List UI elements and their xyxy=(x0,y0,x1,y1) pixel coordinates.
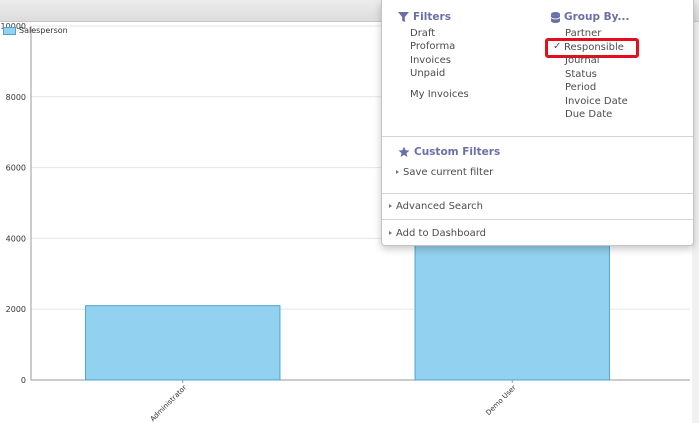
filter-my-invoices[interactable]: My Invoices xyxy=(410,89,469,101)
bar-demo-user xyxy=(414,230,610,381)
filter-unpaid[interactable]: Unpaid xyxy=(410,68,445,80)
bar-administrator xyxy=(85,305,281,381)
filter-draft[interactable]: Draft xyxy=(410,28,435,40)
filters-heading: Filters xyxy=(398,11,451,23)
y-tick-label: 8000 xyxy=(6,93,26,102)
y-tick-label: 0 xyxy=(21,376,26,385)
y-tick-label: 4000 xyxy=(6,234,26,243)
custom-filters-title: Custom Filters xyxy=(414,146,501,158)
group-by-status[interactable]: Status xyxy=(565,69,597,81)
expand-arrow-icon xyxy=(389,231,392,235)
y-tick-label: 6000 xyxy=(6,164,26,173)
filters-title: Filters xyxy=(413,11,451,23)
group-by-title: Group By... xyxy=(564,11,630,23)
check-icon: ✓ xyxy=(553,41,562,52)
star-icon xyxy=(398,146,410,157)
group-by-responsible[interactable]: Responsible xyxy=(564,42,624,54)
add-to-dashboard-toggle[interactable]: Add to Dashboard xyxy=(396,228,486,240)
divider xyxy=(382,219,693,220)
group-by-journal[interactable]: Journal xyxy=(565,55,600,67)
group-by-due-date[interactable]: Due Date xyxy=(565,109,612,121)
filter-proforma[interactable]: Proforma xyxy=(410,41,455,53)
divider xyxy=(382,193,693,194)
filter-icon xyxy=(398,11,409,22)
save-current-filter[interactable]: Save current filter xyxy=(403,167,493,179)
chart-legend: Salesperson xyxy=(3,26,68,35)
x-tick-label: Administrator xyxy=(149,384,188,423)
advanced-search-toggle[interactable]: Advanced Search xyxy=(396,201,483,213)
filter-invoices[interactable]: Invoices xyxy=(410,55,451,67)
divider xyxy=(382,136,693,137)
y-tick-label: 2000 xyxy=(6,305,26,314)
legend-label: Salesperson xyxy=(19,26,68,35)
expand-arrow-icon xyxy=(396,170,399,174)
x-tick-label: Demo User xyxy=(484,384,517,417)
group-by-heading: Group By... xyxy=(551,11,630,23)
custom-filters-heading: Custom Filters xyxy=(398,146,500,158)
database-icon xyxy=(551,11,560,23)
expand-arrow-icon xyxy=(389,204,392,208)
legend-swatch xyxy=(3,26,16,35)
group-by-period[interactable]: Period xyxy=(565,82,596,94)
group-by-invoice-date[interactable]: Invoice Date xyxy=(565,96,628,108)
